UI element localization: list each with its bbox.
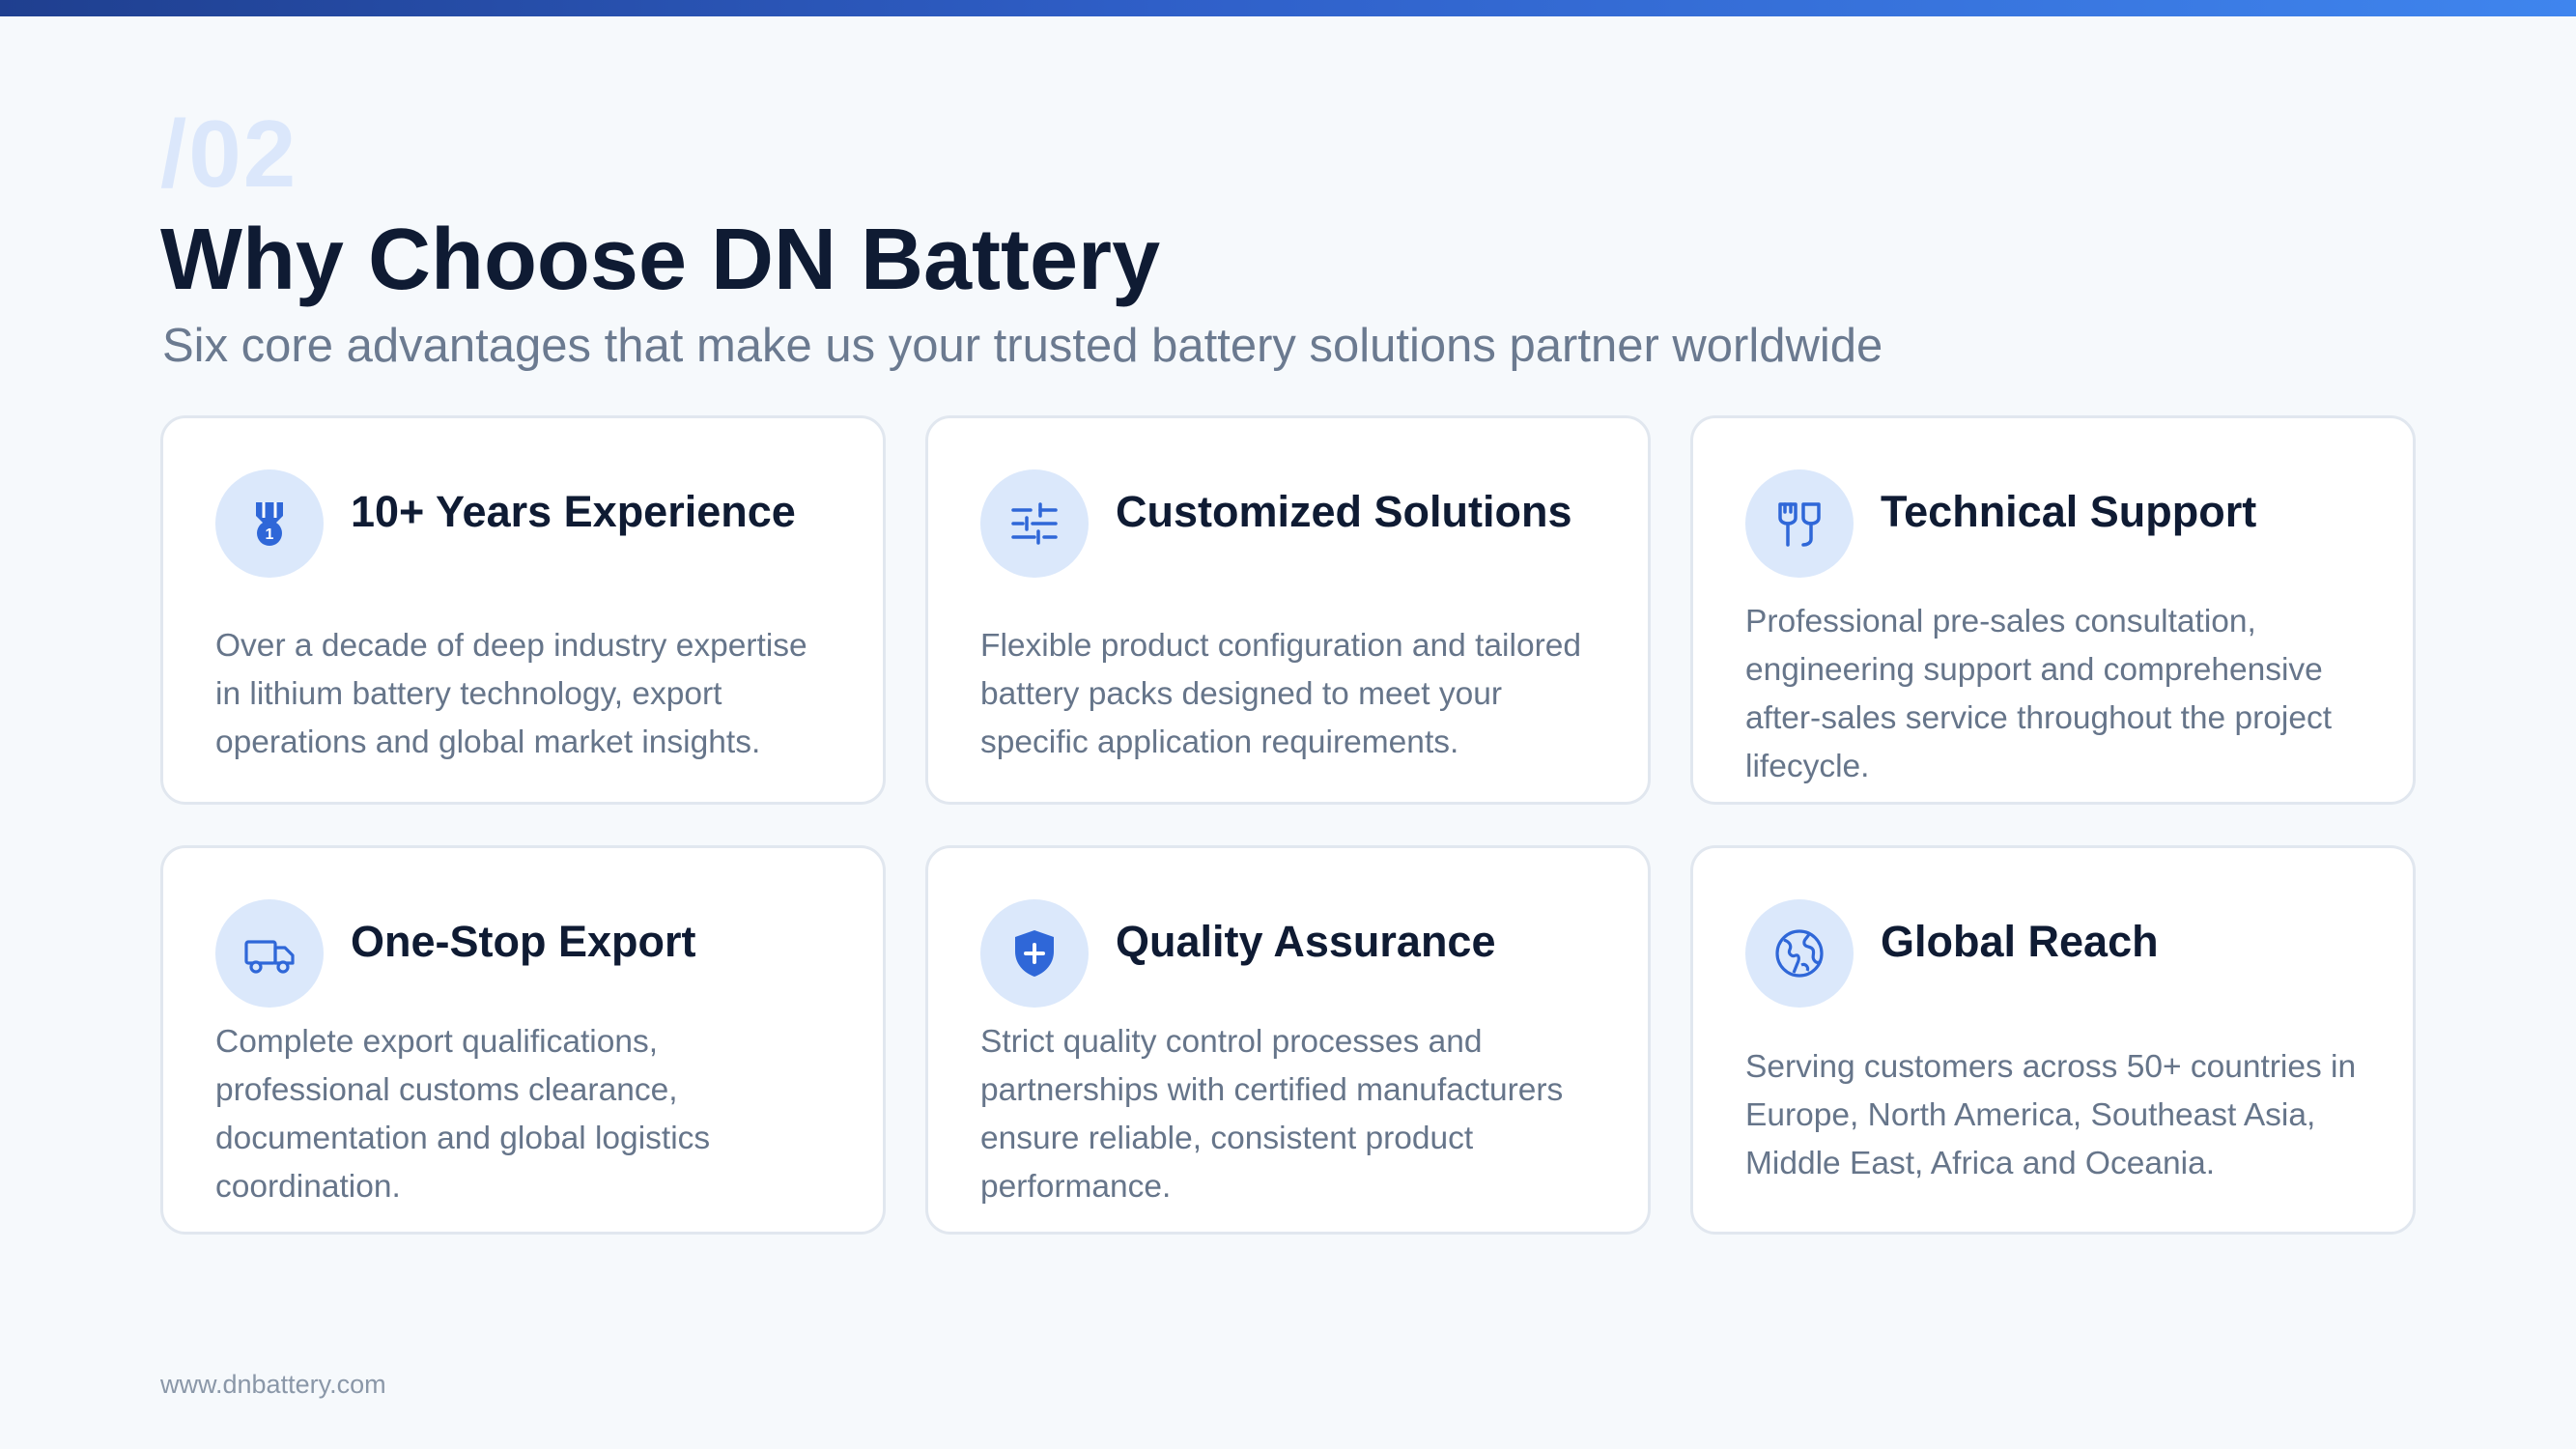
medal-icon: 1 (215, 469, 324, 578)
card-title: Quality Assurance (1116, 917, 1496, 966)
card-description: Professional pre-sales consultation, eng… (1745, 604, 2333, 784)
plug-icon (1745, 469, 1854, 578)
card-title: Global Reach (1881, 917, 2159, 966)
card-description: Strict quality control processes and par… (980, 1024, 1564, 1205)
page-title: Why Choose DN Battery (160, 212, 1161, 308)
truck-icon (215, 899, 324, 1008)
card-title: Technical Support (1881, 487, 2257, 536)
shield-plus-icon (980, 899, 1089, 1008)
advantage-card-customized: Customized Solutions Flexible product co… (925, 415, 1651, 805)
card-title: One-Stop Export (351, 917, 696, 966)
top-accent-bar (0, 0, 2576, 16)
sliders-icon (980, 469, 1089, 578)
card-description: Complete export qualifications, professi… (215, 1024, 711, 1205)
advantage-card-global-reach: Global Reach Serving customers across 50… (1690, 845, 2416, 1235)
svg-text:1: 1 (266, 526, 274, 543)
card-title: Customized Solutions (1116, 487, 1572, 536)
page-subtitle: Six core advantages that make us your tr… (162, 320, 1883, 372)
advantage-card-experience: 1 10+ Years Experience Over a decade of … (160, 415, 886, 805)
section-number: /02 (160, 100, 298, 207)
card-description: Over a decade of deep industry expertise… (215, 628, 807, 760)
advantage-card-quality: Quality Assurance Strict quality control… (925, 845, 1651, 1235)
footer-website: www.dnbattery.com (160, 1370, 386, 1399)
advantage-card-technical-support: Technical Support Professional pre-sales… (1690, 415, 2416, 805)
advantage-card-export: One-Stop Export Complete export qualific… (160, 845, 886, 1235)
card-description: Serving customers across 50+ countries i… (1745, 1049, 2357, 1181)
advantages-grid: 1 10+ Years Experience Over a decade of … (160, 415, 2417, 1235)
card-title: 10+ Years Experience (351, 487, 796, 536)
globe-icon (1745, 899, 1854, 1008)
card-description: Flexible product configuration and tailo… (980, 628, 1581, 760)
